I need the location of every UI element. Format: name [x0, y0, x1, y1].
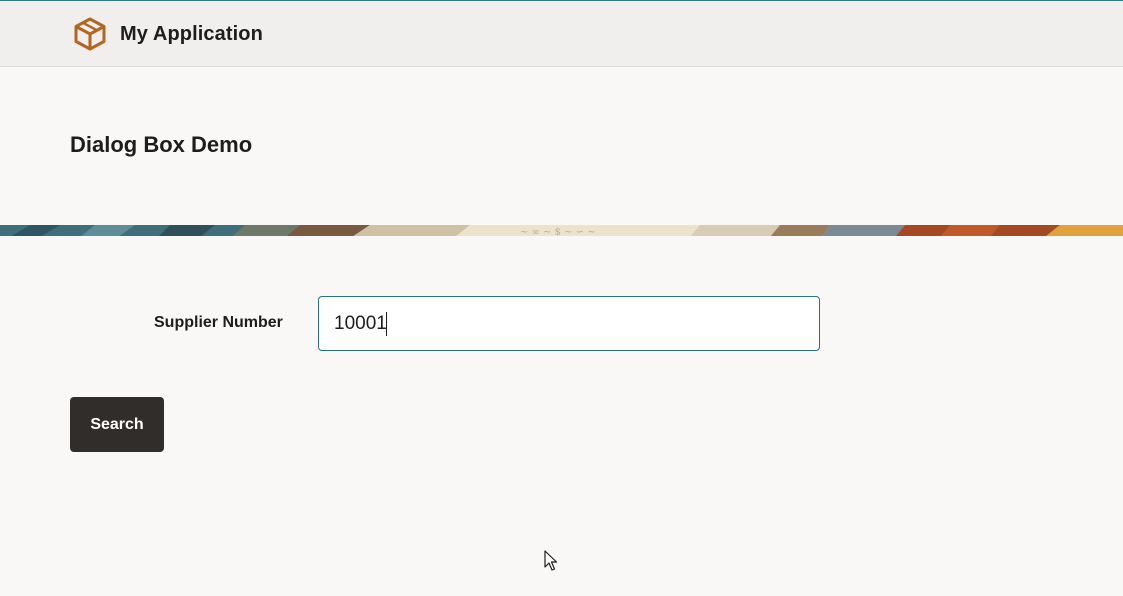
- text-caret: [386, 312, 387, 336]
- search-button[interactable]: Search: [70, 397, 164, 452]
- app-header: My Application: [0, 0, 1123, 67]
- cube-icon[interactable]: [73, 17, 107, 51]
- app-title[interactable]: My Application: [120, 23, 263, 46]
- decorative-banner: ~ ∞ ~ $ ~ ∽ ~: [0, 224, 1123, 236]
- page-title: Dialog Box Demo: [70, 132, 253, 157]
- supplier-number-input[interactable]: [318, 296, 820, 351]
- svg-text:~ ∞ ~ $ ~ ∽ ~: ~ ∞ ~ $ ~ ∽ ~: [520, 227, 596, 236]
- supplier-number-label: Supplier Number: [154, 314, 283, 331]
- mouse-cursor-icon: [544, 550, 558, 571]
